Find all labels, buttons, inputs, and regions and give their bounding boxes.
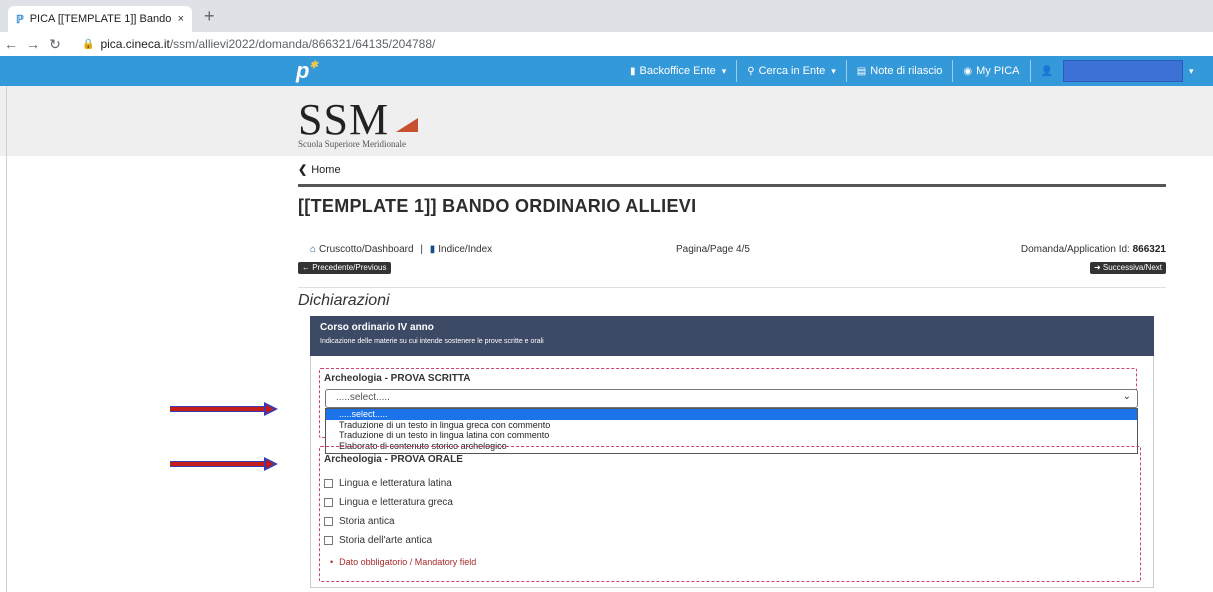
chevron-left-icon: ❮ bbox=[298, 164, 308, 176]
oral-checkbox[interactable] bbox=[324, 479, 333, 488]
validation-error-text: Dato obbligatorio / Mandatory field bbox=[339, 557, 477, 567]
search-icon: ⚲ bbox=[747, 65, 755, 77]
title-rule bbox=[298, 184, 1166, 187]
dashboard-link[interactable]: Cruscotto/Dashboard bbox=[319, 244, 414, 255]
page-indicator: Pagina/Page 4/5 bbox=[676, 244, 750, 255]
header-band bbox=[0, 86, 1213, 156]
url-host: pica.cineca.it bbox=[100, 37, 170, 51]
circle-icon: ◉ bbox=[963, 65, 973, 77]
panel-subheading: Indicazione delle materie su cui intende… bbox=[320, 338, 544, 345]
oral-option-row[interactable]: Storia antica bbox=[324, 516, 395, 527]
oral-option-label: Storia antica bbox=[339, 516, 395, 527]
application-id-value: 866321 bbox=[1132, 244, 1166, 255]
section-divider bbox=[298, 287, 1166, 288]
form-links: ⌂ Cruscotto/Dashboard | ▮ Indice/Index bbox=[310, 244, 492, 255]
nav-note-label: Note di rilascio bbox=[870, 65, 943, 77]
next-button[interactable]: ➜ Successiva/Next bbox=[1089, 262, 1166, 274]
page-title: [[TEMPLATE 1]] BANDO ORDINARIO ALLIEVI bbox=[298, 196, 697, 216]
oral-option-row[interactable]: Lingua e letteratura greca bbox=[324, 497, 453, 508]
new-tab-button[interactable]: + bbox=[204, 6, 215, 27]
bookmark-icon: ▮ bbox=[429, 244, 436, 255]
section-title: Dichiarazioni bbox=[298, 292, 390, 309]
application-id: Domanda/Application Id: 866321 bbox=[1021, 244, 1166, 255]
nav-note[interactable]: ▤ Note di rilascio bbox=[847, 60, 954, 82]
oral-checkbox[interactable] bbox=[324, 517, 333, 526]
oral-checkbox[interactable] bbox=[324, 498, 333, 507]
written-exam-select[interactable]: .....select..... ⌄ bbox=[325, 389, 1138, 408]
home-icon: ⌂ bbox=[310, 244, 317, 255]
nav-backoffice-label: Backoffice Ente bbox=[639, 65, 716, 77]
url-field[interactable]: pica.cineca.it/ssm/allievi2022/domanda/8… bbox=[100, 37, 435, 51]
oral-option-row[interactable]: Lingua e letteratura latina bbox=[324, 478, 452, 489]
chevron-down-icon: ▾ bbox=[1188, 65, 1194, 76]
browser-tab[interactable]: ℙ PICA [[TEMPLATE 1]] Bando ordi × bbox=[8, 6, 192, 32]
reload-icon[interactable]: ↻ bbox=[44, 36, 66, 53]
dropdown-option[interactable]: Traduzione di un testo in lingua latina … bbox=[326, 430, 1137, 441]
arrow-shaft bbox=[170, 406, 266, 412]
user-name-redacted bbox=[1062, 60, 1183, 82]
back-icon[interactable]: ← bbox=[0, 36, 22, 52]
breadcrumb-home[interactable]: ❮ Home bbox=[298, 163, 341, 176]
address-bar: ← → ↻ 🔒 pica.cineca.it/ssm/allievi2022/d… bbox=[0, 32, 1213, 56]
dropdown-option[interactable]: .....select..... bbox=[326, 409, 1137, 420]
index-link[interactable]: Indice/Index bbox=[438, 244, 492, 255]
nav-mypica-label: My PICA bbox=[976, 65, 1020, 77]
annotation-arrow-icon bbox=[170, 457, 280, 471]
nav-menu: ▮ Backoffice Ente ▾ ⚲ Cerca in Ente ▾ ▤ … bbox=[620, 56, 1204, 86]
ssm-subtitle: Scuola Superiore Meridionale bbox=[298, 139, 406, 149]
nav-user[interactable]: 👤 ▾ bbox=[1031, 60, 1204, 82]
list-icon: ▤ bbox=[856, 65, 867, 77]
chevron-down-icon: ⌄ bbox=[1122, 391, 1131, 402]
previous-button[interactable]: ← Precedente/Previous bbox=[298, 262, 391, 274]
logo-sparkle-icon: ✱ bbox=[309, 60, 318, 71]
nav-cerca[interactable]: ⚲ Cerca in Ente ▾ bbox=[737, 60, 847, 82]
chevron-down-icon: ▾ bbox=[831, 65, 836, 76]
select-value: .....select..... bbox=[336, 392, 390, 403]
oral-checkbox[interactable] bbox=[324, 536, 333, 545]
home-label: Home bbox=[311, 164, 341, 176]
annotation-arrow-icon bbox=[170, 402, 280, 416]
url-path: /ssm/allievi2022/domanda/866321/64135/20… bbox=[169, 37, 436, 51]
user-icon: 👤 bbox=[1040, 65, 1053, 77]
panel-header: Corso ordinario IV anno Indicazione dell… bbox=[310, 316, 1154, 356]
oral-option-label: Storia dell'arte antica bbox=[339, 535, 433, 546]
oral-exam-label: Archeologia - PROVA ORALE bbox=[324, 454, 463, 465]
bar-chart-icon: ▮ bbox=[630, 65, 636, 77]
chevron-down-icon: ▾ bbox=[721, 65, 727, 76]
left-divider bbox=[6, 86, 7, 592]
lock-icon[interactable]: 🔒 bbox=[82, 39, 94, 50]
tab-close-icon[interactable]: × bbox=[178, 13, 184, 25]
nav-backoffice[interactable]: ▮ Backoffice Ente ▾ bbox=[620, 60, 738, 82]
link-separator: | bbox=[420, 244, 423, 255]
oral-option-row[interactable]: Storia dell'arte antica bbox=[324, 535, 432, 546]
validation-error: • Dato obbligatorio / Mandatory field bbox=[330, 557, 476, 567]
pica-logo[interactable]: p✱ bbox=[296, 58, 318, 84]
nav-mypica[interactable]: ◉ My PICA bbox=[953, 60, 1031, 82]
oral-option-label: Lingua e letteratura latina bbox=[339, 478, 452, 489]
browser-tab-bar: ℙ PICA [[TEMPLATE 1]] Bando ordi × + bbox=[0, 0, 1213, 32]
dropdown-option[interactable]: Traduzione di un testo in lingua greca c… bbox=[326, 420, 1137, 431]
ssm-logo-text: SSM bbox=[298, 95, 390, 144]
forward-icon[interactable]: → bbox=[22, 36, 44, 52]
oral-option-label: Lingua e letteratura greca bbox=[339, 497, 453, 508]
written-exam-label: Archeologia - PROVA SCRITTA bbox=[324, 373, 471, 384]
arrow-head-fill bbox=[266, 460, 274, 468]
ssm-triangle-icon bbox=[396, 118, 418, 132]
arrow-shaft bbox=[170, 461, 266, 467]
arrow-head-fill bbox=[266, 405, 274, 413]
panel-heading: Corso ordinario IV anno bbox=[320, 322, 434, 333]
application-id-label: Domanda/Application Id: bbox=[1020, 244, 1130, 255]
bullet-icon: • bbox=[330, 557, 334, 567]
pica-favicon-icon: ℙ bbox=[16, 13, 24, 26]
tab-title: PICA [[TEMPLATE 1]] Bando ordi bbox=[29, 13, 174, 25]
nav-cerca-label: Cerca in Ente bbox=[758, 65, 826, 77]
